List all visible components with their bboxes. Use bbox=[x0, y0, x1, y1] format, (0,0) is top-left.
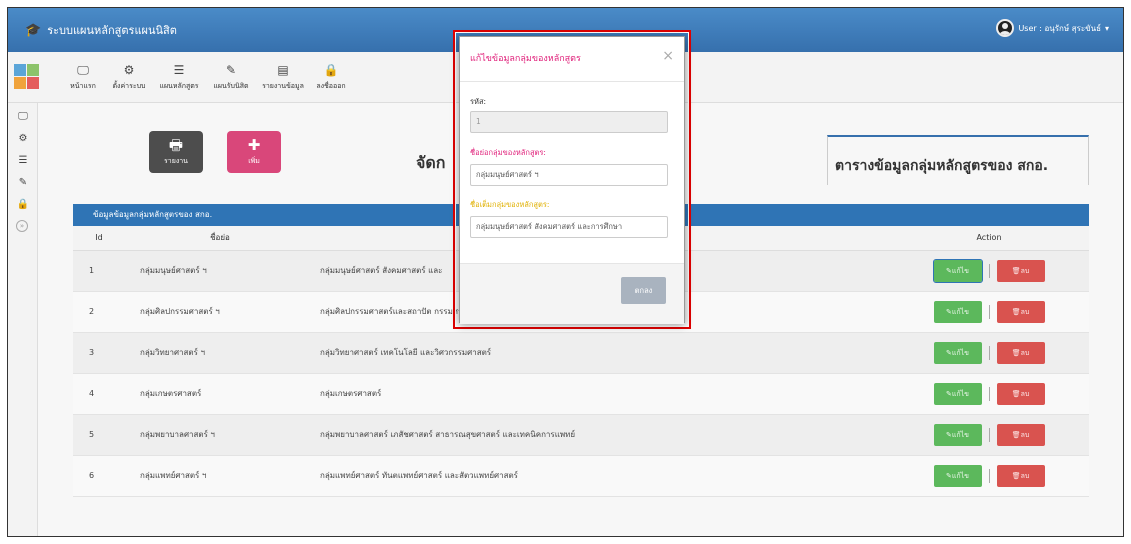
close-icon[interactable]: × bbox=[662, 48, 674, 64]
short-name-field[interactable]: กลุ่มมนุษย์ศาสตร์ ฯ bbox=[470, 164, 668, 186]
code-field[interactable]: 1 bbox=[470, 111, 668, 133]
modal-footer: ตกลง bbox=[460, 263, 684, 324]
full-name-label: ชื่อเต็มกลุ่มของหลักสูตร: bbox=[470, 200, 550, 209]
modal-title: แก้ไขข้อมูลกลุ่มของหลักสูตร bbox=[470, 54, 581, 64]
ok-button[interactable]: ตกลง bbox=[621, 277, 666, 304]
edit-group-modal: แก้ไขข้อมูลกลุ่มของหลักสูตร × รหัส: 1 ชื… bbox=[459, 36, 685, 324]
full-name-field[interactable]: กลุ่มมนุษย์ศาสตร์ สังคมศาสตร์ และการศึกษ… bbox=[470, 216, 668, 238]
short-name-label: ชื่อย่อกลุ่มของหลักสูตร: bbox=[470, 148, 546, 157]
modal-divider bbox=[460, 81, 684, 82]
code-label: รหัส: bbox=[470, 97, 487, 106]
app-window: 🎓 ระบบแผนหลักสูตรแผนนิสิต User : อนุรักษ… bbox=[7, 7, 1124, 537]
